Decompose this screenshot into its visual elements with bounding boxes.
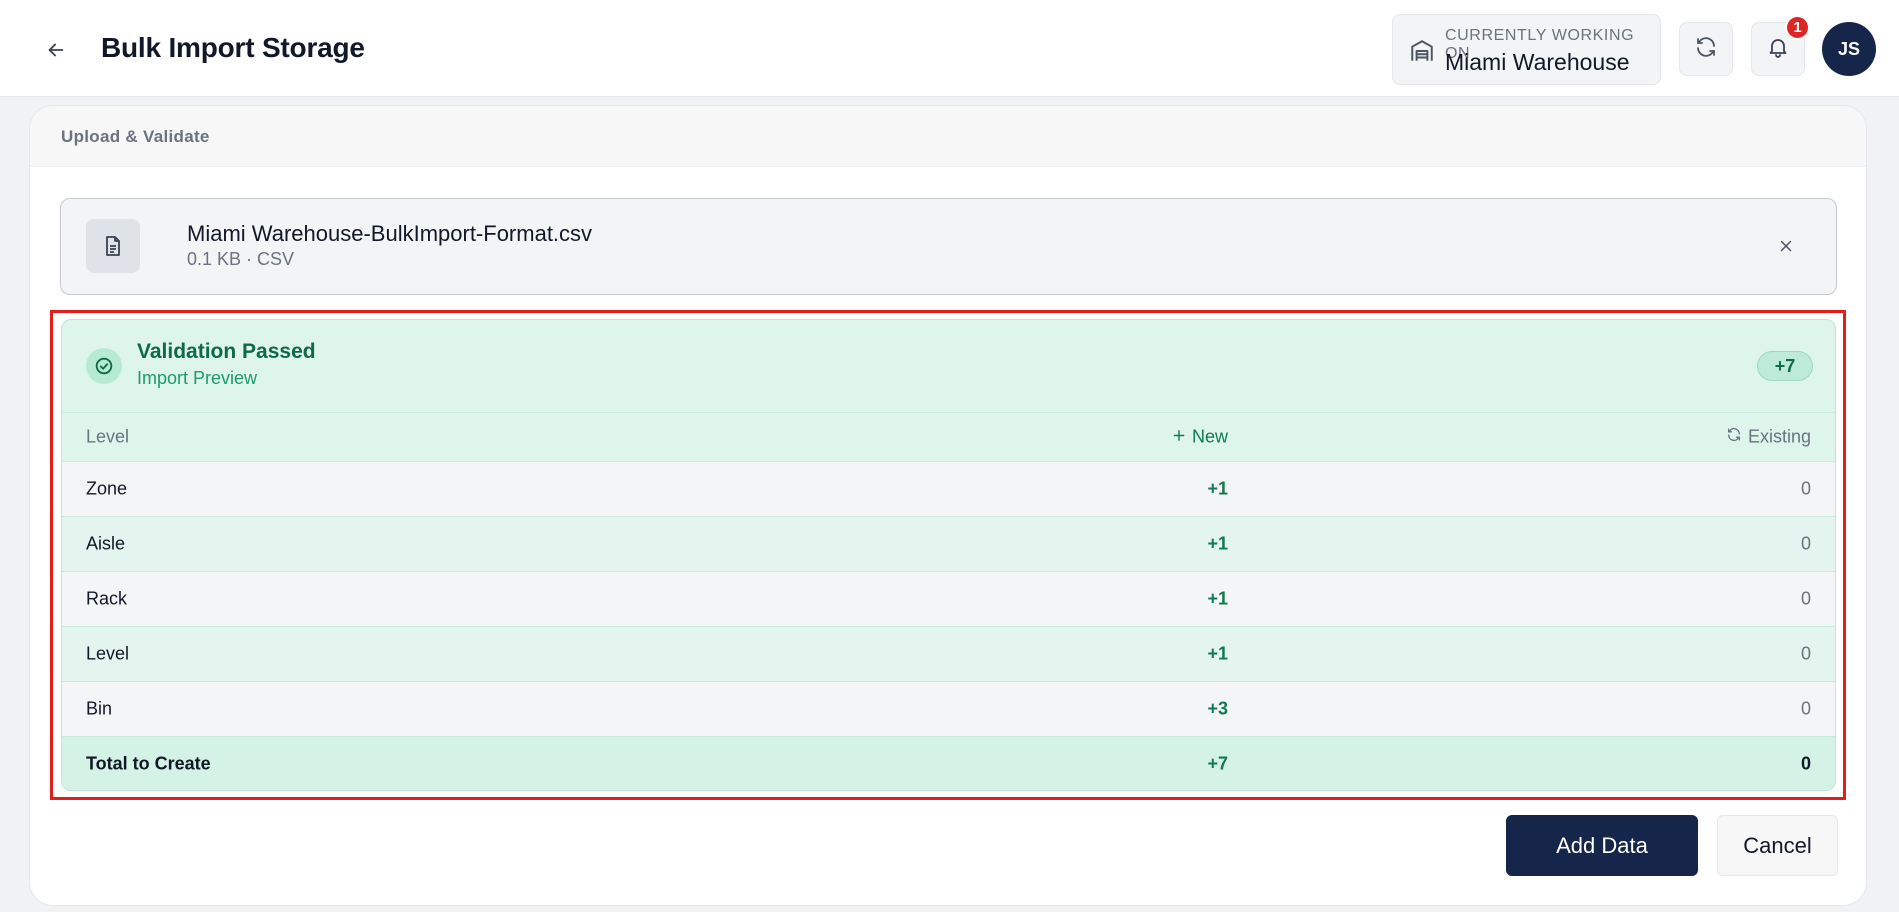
file-document-icon — [86, 219, 140, 273]
table-row: Zone +1 0 — [62, 461, 1835, 516]
row-existing: 0 — [1800, 643, 1811, 664]
total-level: Total to Create — [86, 753, 211, 774]
notification-badge: 1 — [1785, 15, 1810, 40]
add-data-button[interactable]: Add Data — [1506, 815, 1698, 876]
warehouse-icon — [1409, 38, 1435, 64]
column-header-new-label: New — [1191, 426, 1228, 447]
row-level: Level — [86, 643, 130, 664]
workspace-selector[interactable]: CURRENTLY WORKING ON Miami Warehouse — [1392, 14, 1661, 85]
app-header: Bulk Import Storage CURRENTLY WORKING ON… — [0, 0, 1899, 97]
cancel-button[interactable]: Cancel — [1717, 815, 1838, 876]
refresh-icon — [1726, 427, 1742, 448]
column-header-level: Level — [86, 426, 130, 447]
section-label: Upload & Validate — [61, 127, 210, 146]
page-title: Bulk Import Storage — [101, 32, 365, 63]
check-circle-icon — [86, 348, 122, 384]
row-new: +1 — [1207, 588, 1228, 609]
column-header-new: New — [1062, 427, 1228, 448]
plus-icon — [1172, 427, 1186, 448]
user-avatar[interactable]: JS — [1822, 22, 1876, 76]
validation-panel: Validation Passed Import Preview +7 Leve… — [61, 319, 1836, 791]
uploaded-file: Miami Warehouse-BulkImport-Format.csv 0.… — [60, 198, 1837, 295]
import-card: Upload & Validate Miami Warehouse-BulkIm… — [29, 105, 1867, 906]
file-name: Miami Warehouse-BulkImport-Format.csv — [187, 221, 593, 246]
table-total-row: Total to Create +7 0 — [62, 736, 1835, 790]
table-row: Rack +1 0 — [62, 571, 1835, 626]
file-meta: 0.1 KB · CSV — [187, 249, 295, 269]
back-arrow-icon[interactable] — [40, 34, 72, 66]
row-new: +1 — [1207, 478, 1228, 499]
total-badge: +7 — [1757, 351, 1813, 381]
table-row: Level +1 0 — [62, 626, 1835, 681]
bell-icon — [1766, 35, 1790, 64]
total-new: +7 — [1207, 753, 1228, 774]
close-icon[interactable] — [1772, 232, 1800, 260]
row-new: +1 — [1207, 533, 1228, 554]
row-new: +3 — [1207, 698, 1228, 719]
table-header-row: Level New Existing — [62, 412, 1835, 461]
row-existing: 0 — [1800, 478, 1811, 499]
workspace-name: Miami Warehouse — [1445, 49, 1630, 75]
refresh-button[interactable] — [1679, 22, 1733, 76]
column-header-existing: Existing — [1726, 427, 1811, 448]
import-preview-table: Level New Existing Zone +1 0 Aisle +1 0 — [62, 412, 1835, 790]
validation-title: Validation Passed — [137, 340, 316, 363]
row-existing: 0 — [1800, 533, 1811, 554]
row-level: Zone — [86, 478, 128, 499]
row-existing: 0 — [1800, 588, 1811, 609]
card-header: Upload & Validate — [30, 106, 1866, 167]
row-level: Bin — [86, 698, 113, 719]
row-new: +1 — [1207, 643, 1228, 664]
row-existing: 0 — [1800, 698, 1811, 719]
total-existing: 0 — [1800, 753, 1811, 774]
validation-subtitle: Import Preview — [137, 368, 258, 388]
refresh-icon — [1694, 35, 1718, 64]
row-level: Aisle — [86, 533, 126, 554]
table-row: Bin +3 0 — [62, 681, 1835, 736]
table-row: Aisle +1 0 — [62, 516, 1835, 571]
column-header-existing-label: Existing — [1747, 426, 1811, 447]
row-level: Rack — [86, 588, 128, 609]
